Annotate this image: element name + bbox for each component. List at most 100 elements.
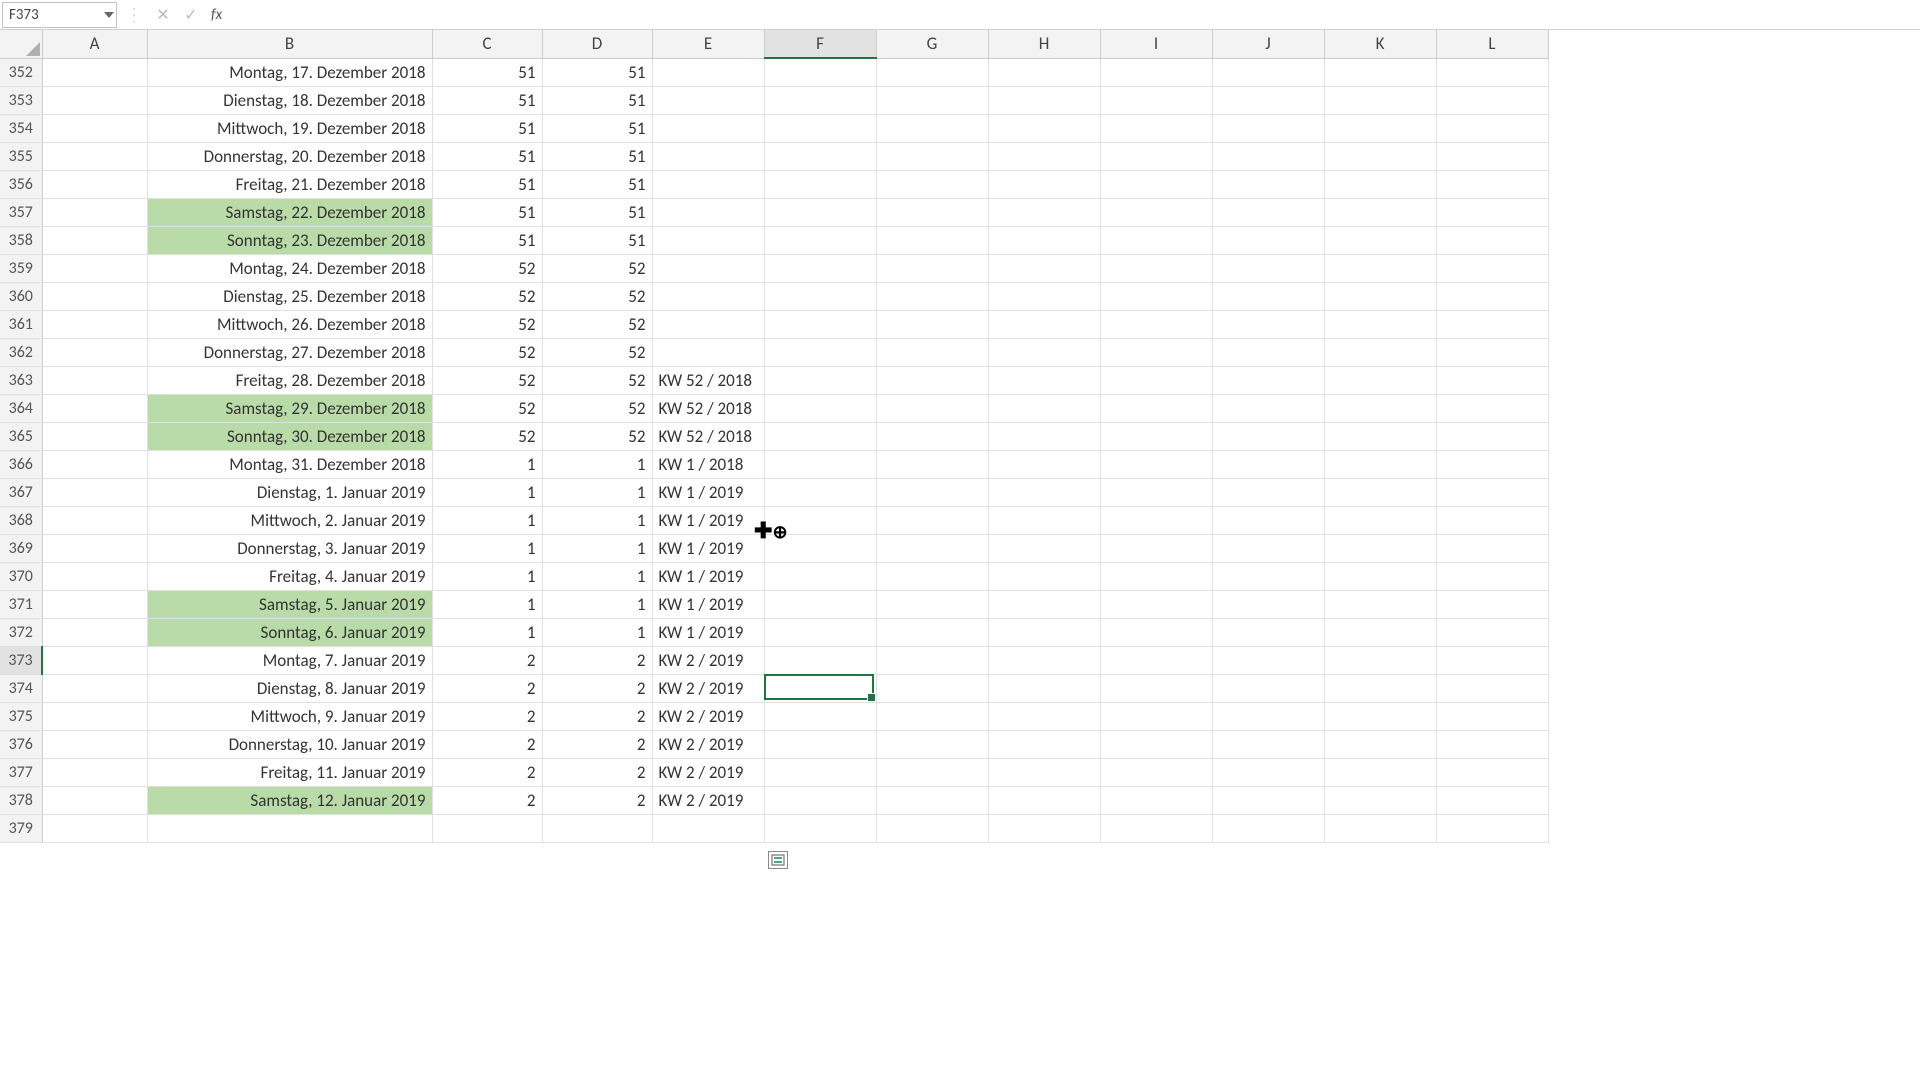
cell-E368[interactable]: KW 1 / 2019 [652,506,764,534]
cell-C367[interactable]: 1 [432,478,542,506]
cell-L369[interactable] [1436,534,1548,562]
cell-J360[interactable] [1212,282,1324,310]
cell-D364[interactable]: 52 [542,394,652,422]
cell-G371[interactable] [876,590,988,618]
cell-K361[interactable] [1324,310,1436,338]
cell-F373[interactable] [764,646,876,674]
cell-E360[interactable] [652,282,764,310]
cell-H355[interactable] [988,142,1100,170]
cell-H376[interactable] [988,730,1100,758]
cell-D357[interactable]: 51 [542,198,652,226]
cell-H374[interactable] [988,674,1100,702]
column-header-E[interactable]: E [652,30,764,58]
cell-K374[interactable] [1324,674,1436,702]
cell-D353[interactable]: 51 [542,86,652,114]
cell-L355[interactable] [1436,142,1548,170]
cell-A352[interactable] [42,58,147,86]
cell-H361[interactable] [988,310,1100,338]
cell-I356[interactable] [1100,170,1212,198]
cell-F371[interactable] [764,590,876,618]
cell-B371[interactable]: Samstag, 5. Januar 2019 [147,590,432,618]
cell-E371[interactable]: KW 1 / 2019 [652,590,764,618]
cell-E375[interactable]: KW 2 / 2019 [652,702,764,730]
cell-L364[interactable] [1436,394,1548,422]
cell-G358[interactable] [876,226,988,254]
cell-G356[interactable] [876,170,988,198]
cell-L379[interactable] [1436,814,1548,842]
cell-I369[interactable] [1100,534,1212,562]
cell-F374[interactable] [764,674,876,702]
cell-H353[interactable] [988,86,1100,114]
cell-I364[interactable] [1100,394,1212,422]
cell-J375[interactable] [1212,702,1324,730]
cell-D362[interactable]: 52 [542,338,652,366]
cell-H362[interactable] [988,338,1100,366]
cell-H370[interactable] [988,562,1100,590]
row-header[interactable]: 365 [0,422,42,450]
cell-G353[interactable] [876,86,988,114]
cell-D365[interactable]: 52 [542,422,652,450]
cell-K353[interactable] [1324,86,1436,114]
cell-J357[interactable] [1212,198,1324,226]
cell-K357[interactable] [1324,198,1436,226]
cell-I365[interactable] [1100,422,1212,450]
cell-L375[interactable] [1436,702,1548,730]
cell-E372[interactable]: KW 1 / 2019 [652,618,764,646]
cell-K360[interactable] [1324,282,1436,310]
cell-L352[interactable] [1436,58,1548,86]
cell-A355[interactable] [42,142,147,170]
cell-D359[interactable]: 52 [542,254,652,282]
cell-H378[interactable] [988,786,1100,814]
cell-I370[interactable] [1100,562,1212,590]
cell-E364[interactable]: KW 52 / 2018 [652,394,764,422]
cell-A373[interactable] [42,646,147,674]
cell-J367[interactable] [1212,478,1324,506]
cell-I371[interactable] [1100,590,1212,618]
row-header[interactable]: 375 [0,702,42,730]
cell-A368[interactable] [42,506,147,534]
cell-E353[interactable] [652,86,764,114]
cell-C376[interactable]: 2 [432,730,542,758]
cell-D356[interactable]: 51 [542,170,652,198]
cell-I353[interactable] [1100,86,1212,114]
cell-K354[interactable] [1324,114,1436,142]
cell-A363[interactable] [42,366,147,394]
column-header-L[interactable]: L [1436,30,1548,58]
cell-F372[interactable] [764,618,876,646]
fx-icon[interactable]: fx [211,6,222,24]
cancel-icon[interactable]: ✕ [149,2,177,28]
cell-K369[interactable] [1324,534,1436,562]
cell-E366[interactable]: KW 1 / 2018 [652,450,764,478]
cell-F352[interactable] [764,58,876,86]
cell-B355[interactable]: Donnerstag, 20. Dezember 2018 [147,142,432,170]
cell-C353[interactable]: 51 [432,86,542,114]
cell-G363[interactable] [876,366,988,394]
column-header-J[interactable]: J [1212,30,1324,58]
cell-J362[interactable] [1212,338,1324,366]
cell-D358[interactable]: 51 [542,226,652,254]
cell-H377[interactable] [988,758,1100,786]
cell-F357[interactable] [764,198,876,226]
cell-L357[interactable] [1436,198,1548,226]
cell-D355[interactable]: 51 [542,142,652,170]
cell-L358[interactable] [1436,226,1548,254]
cell-B361[interactable]: Mittwoch, 26. Dezember 2018 [147,310,432,338]
cell-K355[interactable] [1324,142,1436,170]
cell-I360[interactable] [1100,282,1212,310]
cell-J378[interactable] [1212,786,1324,814]
row-header[interactable]: 367 [0,478,42,506]
row-header[interactable]: 376 [0,730,42,758]
cell-G377[interactable] [876,758,988,786]
cell-B377[interactable]: Freitag, 11. Januar 2019 [147,758,432,786]
cell-J373[interactable] [1212,646,1324,674]
cell-F365[interactable] [764,422,876,450]
cell-F360[interactable] [764,282,876,310]
cell-C364[interactable]: 52 [432,394,542,422]
cell-K358[interactable] [1324,226,1436,254]
cell-F366[interactable] [764,450,876,478]
cell-E356[interactable] [652,170,764,198]
cell-K352[interactable] [1324,58,1436,86]
cell-E359[interactable] [652,254,764,282]
cell-H366[interactable] [988,450,1100,478]
cell-G367[interactable] [876,478,988,506]
